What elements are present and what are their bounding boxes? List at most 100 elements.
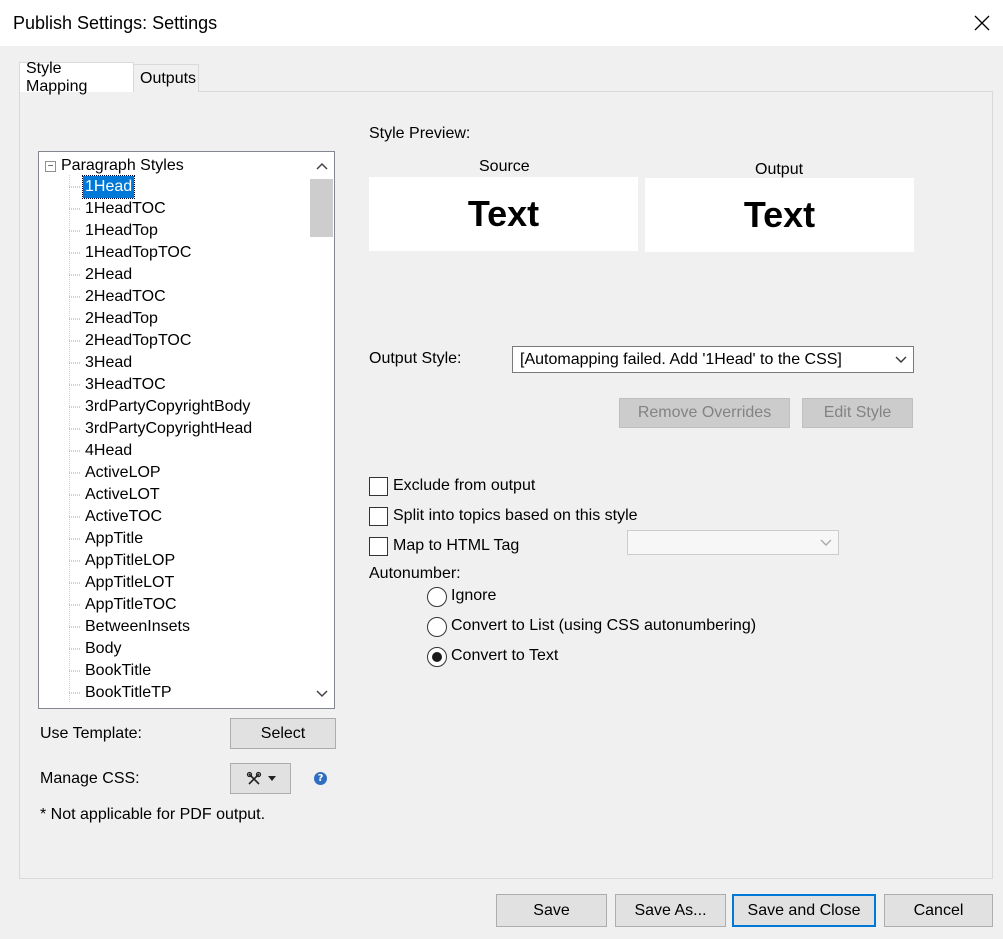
remove-overrides-button[interactable]: Remove Overrides — [619, 398, 790, 428]
tree-root-label: Paragraph Styles — [61, 157, 184, 174]
tree-item[interactable]: ActiveLOP — [83, 462, 334, 484]
close-button[interactable] — [966, 8, 998, 38]
tools-icon — [246, 771, 261, 785]
tree-items: 1Head 1HeadTOC 1HeadTop 1HeadTopTOC 2Head 2He… — [81, 175, 334, 704]
tree-item[interactable]: AppTitleTOC — [83, 594, 334, 616]
source-label: Source — [479, 158, 530, 175]
tree-item-label: Body — [85, 640, 122, 657]
collapse-minus-icon[interactable]: − — [45, 160, 56, 172]
tree-item-label: ActiveTOC — [85, 508, 163, 525]
output-style-value: [Automapping failed. Add '1Head' to the … — [520, 350, 842, 368]
tree-item[interactable]: 2HeadTopTOC — [83, 330, 334, 352]
tree-item-label: ActiveLOP — [85, 464, 161, 481]
split-topics-label: Split into topics based on this style — [393, 507, 638, 524]
tree-item-label: BookTitleTP — [85, 684, 172, 701]
radio-convert-text-label: Convert to Text — [451, 647, 559, 664]
output-preview-box: Text — [645, 178, 914, 252]
scroll-down-button[interactable] — [309, 682, 334, 706]
exclude-checkbox[interactable] — [369, 477, 388, 496]
tree-root[interactable]: − Paragraph Styles — [45, 155, 184, 177]
chevron-down-icon — [315, 690, 328, 698]
tree-item[interactable]: Body — [83, 638, 334, 660]
save-button[interactable]: Save — [496, 894, 607, 927]
cancel-button[interactable]: Cancel — [884, 894, 993, 927]
tree-item-label: 3Head — [85, 354, 133, 371]
tree-item[interactable]: AppTitle — [83, 528, 334, 550]
tree-item-label: AppTitleLOT — [85, 574, 175, 591]
close-icon — [974, 15, 990, 31]
tree-item[interactable]: BookTitleTP — [83, 682, 334, 704]
tree-item-label: AppTitleTOC — [85, 596, 177, 613]
output-style-label: Output Style: — [369, 350, 462, 367]
map-html-tag-label: Map to HTML Tag — [393, 537, 520, 554]
split-topics-checkbox[interactable] — [369, 507, 388, 526]
tree-item-label: ActiveLOT — [85, 486, 160, 503]
tree-connector-lines — [69, 175, 81, 703]
tree-item[interactable]: 1HeadTopTOC — [83, 242, 334, 264]
use-template-label: Use Template: — [40, 725, 142, 742]
chevron-up-icon — [315, 162, 328, 170]
tree-item[interactable]: 3Head — [83, 352, 334, 374]
tab-outputs[interactable]: Outputs — [133, 64, 199, 92]
tree-item[interactable]: 1HeadTOC — [83, 198, 334, 220]
paragraph-styles-tree[interactable]: − Paragraph Styles 1Head 1HeadTOC 1HeadTop… — [38, 151, 335, 709]
pdf-note: * Not applicable for PDF output. — [40, 806, 266, 823]
tree-item-label: 2Head — [85, 266, 133, 283]
manage-css-button[interactable] — [230, 763, 291, 794]
tree-item[interactable]: BetweenInsets — [83, 616, 334, 638]
chevron-down-icon — [820, 539, 832, 546]
style-preview-heading: Style Preview: — [369, 125, 471, 142]
output-label: Output — [755, 161, 804, 178]
chevron-down-icon — [895, 356, 907, 363]
tree-item[interactable]: 1Head — [81, 175, 334, 199]
tree-item[interactable]: AppTitleLOP — [83, 550, 334, 572]
tree-item[interactable]: BookTitle — [83, 660, 334, 682]
autonumber-label: Autonumber: — [369, 565, 461, 582]
exclude-label: Exclude from output — [393, 477, 536, 494]
tree-item-label: 4Head — [85, 442, 133, 459]
tree-item-label: BookTitle — [85, 662, 152, 679]
radio-ignore[interactable] — [427, 587, 447, 607]
tree-item[interactable]: 2HeadTop — [83, 308, 334, 330]
tree-item[interactable]: 2HeadTOC — [83, 286, 334, 308]
map-html-tag-checkbox[interactable] — [369, 537, 388, 556]
tree-item-label: 3rdPartyCopyrightHead — [85, 420, 253, 437]
radio-ignore-label: Ignore — [451, 587, 497, 604]
tab-style-mapping[interactable]: Style Mapping — [19, 60, 134, 95]
save-and-close-button[interactable]: Save and Close — [732, 894, 876, 927]
tree-item[interactable]: AppTitleLOT — [83, 572, 334, 594]
tree-item[interactable]: ActiveTOC — [83, 506, 334, 528]
radio-convert-list[interactable] — [427, 617, 447, 637]
tree-item[interactable]: ActiveLOT — [83, 484, 334, 506]
tree-item-label: 3HeadTOC — [85, 376, 166, 393]
scroll-up-button[interactable] — [309, 154, 334, 178]
tree-item-label: 1HeadTopTOC — [85, 244, 192, 261]
tree-item[interactable]: 3rdPartyCopyrightHead — [83, 418, 334, 440]
dropdown-arrow-icon — [267, 776, 276, 781]
tree-item-label: 2HeadTop — [85, 310, 158, 327]
tree-item-label: 3rdPartyCopyrightBody — [85, 398, 251, 415]
tree-item-label: 2HeadTopTOC — [85, 332, 192, 349]
output-style-select[interactable]: [Automapping failed. Add '1Head' to the … — [512, 346, 914, 373]
tree-item[interactable]: 3rdPartyCopyrightBody — [83, 396, 334, 418]
tree-item[interactable]: 4Head — [83, 440, 334, 462]
tree-item-label: AppTitle — [85, 530, 144, 547]
tree-item[interactable]: 1HeadTop — [83, 220, 334, 242]
source-preview-box: Text — [369, 177, 638, 251]
radio-convert-list-label: Convert to List (using CSS autonumbering… — [451, 617, 757, 634]
tree-item[interactable]: 3HeadTOC — [83, 374, 334, 396]
tree-scrollbar[interactable] — [309, 152, 334, 708]
help-icon[interactable]: ? — [314, 772, 327, 785]
radio-convert-text[interactable] — [427, 647, 447, 667]
save-as-button[interactable]: Save As... — [615, 894, 726, 927]
tree-item-label: 2HeadTOC — [85, 288, 166, 305]
tree-item-label: 1HeadTop — [85, 222, 158, 239]
edit-style-button[interactable]: Edit Style — [802, 398, 913, 428]
tree-item-label: BetweenInsets — [85, 618, 190, 635]
select-template-button[interactable]: Select — [230, 718, 336, 749]
html-tag-select[interactable] — [627, 530, 839, 555]
tree-item[interactable]: 2Head — [83, 264, 334, 286]
manage-css-label: Manage CSS: — [40, 770, 140, 787]
tree-item-label: 1HeadTOC — [85, 200, 166, 217]
scroll-thumb[interactable] — [310, 179, 333, 237]
